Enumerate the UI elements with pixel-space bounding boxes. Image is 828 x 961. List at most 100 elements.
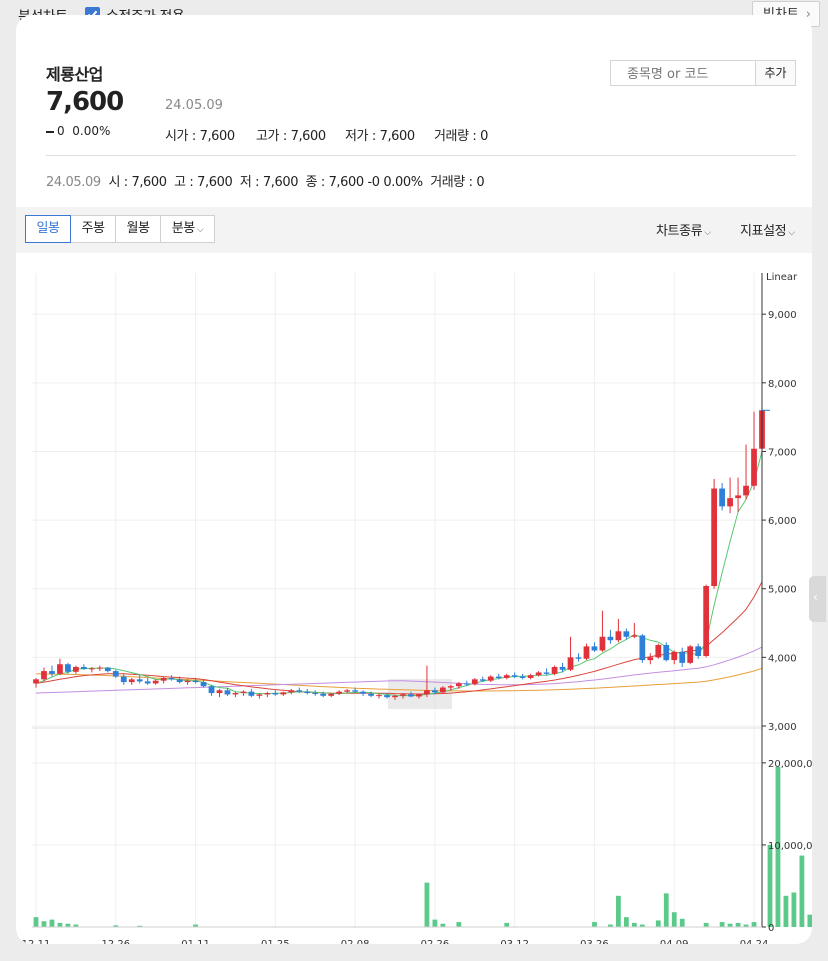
- low-price: 저가 : 7,600: [345, 129, 415, 144]
- chart-type-dropdown[interactable]: 차트종류 ⌵: [656, 220, 711, 239]
- tab-minute[interactable]: 분봉 ⌵: [160, 215, 215, 243]
- volume-bar: [623, 917, 629, 927]
- chart-panel: 제룡산업 7,600 24.05.09 0 0.00% 시가 : 7,600 고…: [16, 15, 812, 944]
- candle: [128, 677, 135, 685]
- x-tick-label: 02.26: [421, 939, 450, 944]
- volume-bar: [663, 893, 669, 927]
- volume-bar: [33, 917, 39, 927]
- volume-bar: [799, 855, 805, 927]
- candle: [336, 690, 343, 696]
- volume-bar: [679, 918, 685, 927]
- candle: [583, 643, 590, 661]
- x-tick-label: 12.11: [22, 939, 51, 944]
- x-tick-label: 03.26: [580, 939, 609, 944]
- volume-tick-label: 20,000,000: [768, 759, 812, 770]
- trading-volume: 거래량 : 0: [434, 129, 489, 144]
- volume-bar: [49, 919, 55, 927]
- stock-date: 24.05.09: [165, 98, 223, 113]
- candle: [41, 667, 47, 682]
- side-panel-toggle[interactable]: ‹: [809, 576, 826, 622]
- volume-bar: [703, 922, 709, 927]
- candle: [671, 650, 678, 665]
- price-change: 0 0.00%: [46, 124, 110, 138]
- candle: [80, 664, 87, 670]
- x-tick-label: 04.09: [660, 939, 689, 944]
- candle: [567, 636, 574, 672]
- candle: [57, 658, 63, 676]
- candle: [631, 623, 638, 639]
- candle: [144, 677, 151, 685]
- stock-search-input[interactable]: [625, 62, 759, 86]
- change-percent: 0.00%: [72, 124, 111, 138]
- candle: [232, 691, 239, 698]
- candle: [591, 642, 598, 652]
- candle: [248, 688, 255, 698]
- candle: [663, 642, 670, 662]
- candle: [527, 673, 534, 680]
- volume-bar: [456, 922, 462, 927]
- high-price: 고가 : 7,600: [256, 129, 326, 144]
- price-tick-label: 5,000: [768, 585, 797, 596]
- tab-daily[interactable]: 일봉: [25, 215, 71, 243]
- price-tick-label: 4,000: [768, 653, 797, 664]
- candle: [599, 610, 606, 652]
- add-button[interactable]: 추가: [755, 60, 796, 86]
- candle: [751, 411, 757, 490]
- chevron-left-icon: ‹: [813, 590, 818, 604]
- x-tick-label: 12.26: [101, 939, 130, 944]
- candle: [551, 665, 558, 676]
- volume-bar: [671, 912, 677, 927]
- candle: [679, 647, 686, 667]
- candle: [73, 665, 79, 674]
- candle: [711, 478, 718, 589]
- candle: [120, 673, 127, 685]
- tab-monthly[interactable]: 월봉: [115, 215, 161, 243]
- candle: [719, 483, 725, 511]
- indicator-settings-dropdown[interactable]: 지표설정 ⌵: [740, 220, 795, 239]
- volume-bars: [33, 766, 812, 927]
- candle: [647, 653, 654, 665]
- stock-price: 7,600: [46, 87, 124, 117]
- chevron-down-icon: ⌵: [788, 228, 795, 238]
- scale-label[interactable]: Linear: [766, 272, 798, 283]
- volume-bar: [767, 844, 773, 927]
- candle: [607, 629, 614, 644]
- candle: [216, 688, 223, 698]
- candle: [152, 679, 159, 685]
- volume-bar: [631, 922, 637, 927]
- candle: [487, 675, 494, 683]
- candle: [208, 684, 215, 696]
- candle: [288, 688, 295, 695]
- volume-bar: [735, 922, 741, 927]
- volume-bar: [807, 914, 812, 927]
- stock-name: 제룡산업: [46, 65, 103, 84]
- price-tick-label: 3,000: [768, 722, 797, 733]
- candle: [727, 477, 733, 514]
- price-tick-label: 7,000: [768, 447, 797, 458]
- volume-bar: [41, 921, 47, 927]
- volume-bar: [592, 922, 597, 927]
- volume-bar: [57, 922, 63, 927]
- tab-weekly[interactable]: 주봉: [70, 215, 116, 243]
- volume-tick-label: 10,000,000: [768, 841, 812, 852]
- candle: [543, 668, 550, 676]
- price-tick-label: 6,000: [768, 516, 797, 527]
- volume-bar: [719, 922, 725, 927]
- candle: [655, 643, 662, 659]
- candle: [240, 690, 247, 696]
- candle: [168, 675, 175, 681]
- x-tick-label: 02.08: [341, 939, 370, 944]
- candle: [33, 677, 39, 688]
- volume-bar: [616, 895, 621, 927]
- stock-chart[interactable]: 12.11 12.26 01.11 01.25 02.08 02.26 03.12 03.26…: [16, 255, 812, 944]
- change-value: 0: [57, 124, 65, 138]
- chevron-down-icon: ⌵: [704, 228, 711, 238]
- candle: [104, 666, 111, 673]
- candle: [735, 477, 741, 512]
- volume-bar: [504, 922, 510, 927]
- x-tick-label: 01.25: [261, 939, 290, 944]
- candle: [264, 691, 271, 698]
- volume-bar: [751, 922, 757, 927]
- chevron-down-icon: ⌵: [196, 225, 204, 235]
- volume-bar: [783, 895, 789, 927]
